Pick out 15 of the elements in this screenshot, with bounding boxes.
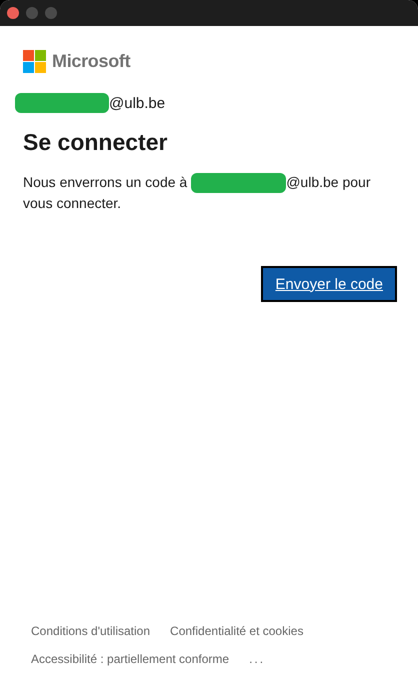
footer-link[interactable]: Accessibilité : partiellement conforme <box>31 649 230 669</box>
brand-name: Microsoft <box>52 51 130 72</box>
footer-link[interactable]: Conditions d'utilisation <box>31 621 150 641</box>
message-text: Nous enverrons un code à <box>23 173 188 192</box>
footer-link[interactable]: Confidentialité et cookies <box>170 621 304 641</box>
more-options-button[interactable]: ... <box>249 649 266 669</box>
message-text: @ulb.be pour <box>286 173 370 192</box>
account-email: @ulb.be <box>109 94 166 112</box>
send-code-button[interactable]: Envoyer le code <box>261 266 397 302</box>
minimize-window-button[interactable] <box>26 7 38 19</box>
zoom-window-button[interactable] <box>45 7 57 19</box>
message-text: vous connecter. <box>23 194 122 213</box>
close-window-button[interactable] <box>7 7 19 19</box>
microsoft-logo-icon <box>23 50 46 73</box>
page-title: Se connecter <box>23 129 168 156</box>
